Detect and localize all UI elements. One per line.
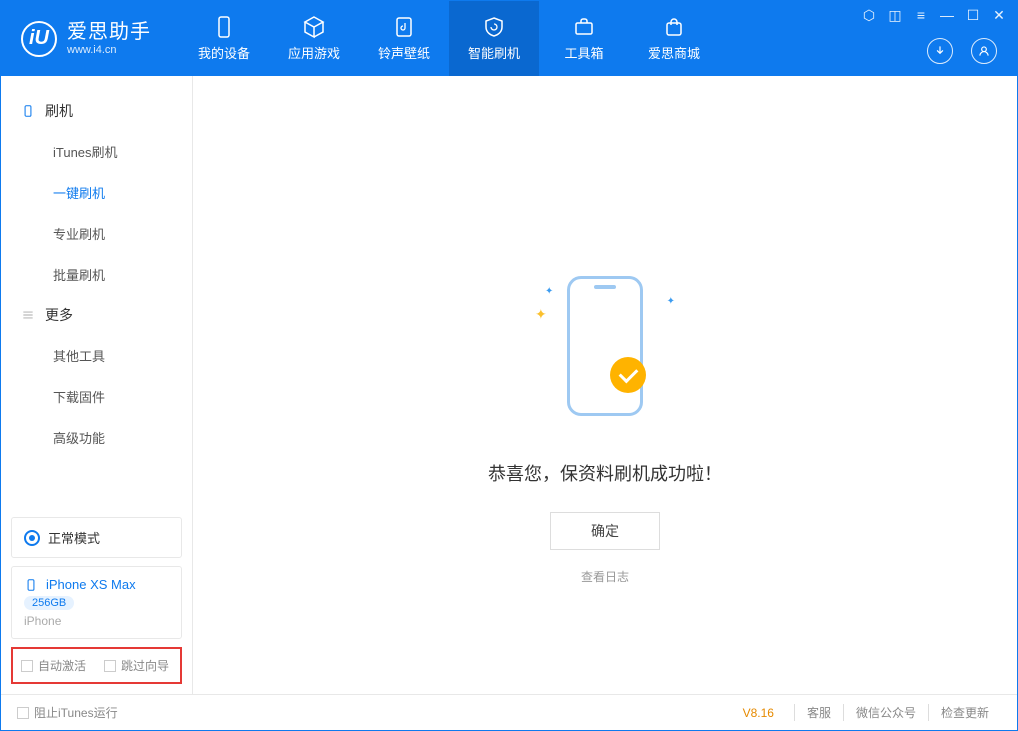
- nav-apps[interactable]: 应用游戏: [269, 1, 359, 76]
- sidebar-item-onekey-flash[interactable]: 一键刷机: [1, 172, 192, 213]
- sidebar-item-itunes-flash[interactable]: iTunes刷机: [1, 131, 192, 172]
- maximize-icon[interactable]: ☐: [965, 7, 981, 24]
- sidebar-item-pro-flash[interactable]: 专业刷机: [1, 213, 192, 254]
- sidebar-item-other-tools[interactable]: 其他工具: [1, 335, 192, 376]
- menu-icon[interactable]: ≡: [913, 7, 929, 24]
- sidebar-item-batch-flash[interactable]: 批量刷机: [1, 254, 192, 295]
- footer-support-link[interactable]: 客服: [794, 704, 843, 721]
- nav-ringtones[interactable]: 铃声壁纸: [359, 1, 449, 76]
- main-nav: 我的设备 应用游戏 铃声壁纸 智能刷机 工具箱 爱思商城: [179, 1, 719, 76]
- close-icon[interactable]: ✕: [991, 7, 1007, 24]
- music-icon: [392, 15, 416, 39]
- flash-options-row: 自动激活 跳过向导: [11, 647, 182, 684]
- sparkle-icon: ✦: [545, 286, 553, 297]
- checkbox-label: 自动激活: [38, 657, 86, 674]
- nav-label: 爱思商城: [648, 43, 700, 62]
- toolbox-icon: [572, 15, 596, 39]
- nav-my-device[interactable]: 我的设备: [179, 1, 269, 76]
- checkbox-block-itunes[interactable]: 阻止iTunes运行: [17, 704, 118, 721]
- nav-label: 我的设备: [198, 43, 250, 62]
- checkmark-badge-icon: [610, 357, 646, 393]
- main-content: ✦ ✦ ✦ 恭喜您，保资料刷机成功啦！ 确定 查看日志: [193, 76, 1017, 694]
- app-subtitle: www.i4.cn: [67, 44, 151, 57]
- minimize-icon[interactable]: —: [939, 7, 955, 24]
- phone-outline-icon: [567, 276, 643, 416]
- user-icon: [977, 44, 991, 58]
- device-name: iPhone XS Max: [46, 577, 136, 592]
- device-panel[interactable]: iPhone XS Max 256GB iPhone: [11, 566, 182, 639]
- nav-label: 铃声壁纸: [378, 43, 430, 62]
- app-header: iU 爱思助手 www.i4.cn 我的设备 应用游戏 铃声壁纸 智能刷机 工具…: [1, 1, 1017, 76]
- nav-flash[interactable]: 智能刷机: [449, 1, 539, 76]
- titlebar-controls: ⬡ ◫ ≡ — ☐ ✕: [861, 7, 1007, 24]
- refresh-shield-icon: [482, 15, 506, 39]
- footer: 阻止iTunes运行 V8.16 客服 微信公众号 检查更新: [1, 694, 1017, 730]
- device-type: iPhone: [24, 614, 169, 628]
- group-label: 更多: [45, 305, 73, 325]
- group-label: 刷机: [45, 101, 73, 121]
- checkbox-icon: [104, 660, 116, 672]
- version-label: V8.16: [743, 706, 774, 720]
- sparkle-icon: ✦: [667, 296, 675, 307]
- list-icon: [21, 308, 35, 322]
- lock-icon[interactable]: ◫: [887, 7, 903, 24]
- body-area: 刷机 iTunes刷机 一键刷机 专业刷机 批量刷机 更多 其他工具 下载固件 …: [1, 76, 1017, 694]
- download-icon: [933, 44, 947, 58]
- device-capacity: 256GB: [24, 596, 74, 610]
- nav-label: 应用游戏: [288, 43, 340, 62]
- nav-label: 智能刷机: [468, 43, 520, 62]
- checkbox-icon: [17, 707, 29, 719]
- device-icon: [24, 578, 38, 592]
- sidebar-item-firmware[interactable]: 下载固件: [1, 376, 192, 417]
- logo-icon: iU: [21, 21, 57, 57]
- checkbox-label: 跳过向导: [121, 657, 169, 674]
- footer-wechat-link[interactable]: 微信公众号: [843, 704, 928, 721]
- sparkle-icon: ✦: [535, 306, 547, 323]
- cube-icon: [302, 15, 326, 39]
- checkbox-icon: [21, 660, 33, 672]
- account-button[interactable]: [971, 38, 997, 64]
- logo: iU 爱思助手 www.i4.cn: [1, 1, 169, 76]
- mode-panel[interactable]: 正常模式: [11, 517, 182, 558]
- nav-label: 工具箱: [564, 43, 603, 62]
- bag-icon: [662, 15, 686, 39]
- header-right-icons: [927, 38, 997, 64]
- tshirt-icon[interactable]: ⬡: [861, 7, 877, 24]
- app-title: 爱思助手: [67, 20, 151, 44]
- phone-small-icon: [21, 104, 35, 118]
- checkbox-label: 阻止iTunes运行: [34, 704, 118, 721]
- mode-indicator-icon: [24, 530, 40, 546]
- success-illustration: ✦ ✦ ✦: [545, 276, 665, 436]
- checkbox-auto-activate[interactable]: 自动激活: [21, 657, 86, 674]
- sidebar-group-flash: 刷机: [1, 91, 192, 131]
- nav-toolbox[interactable]: 工具箱: [539, 1, 629, 76]
- checkbox-skip-guide[interactable]: 跳过向导: [104, 657, 169, 674]
- sidebar-group-more: 更多: [1, 295, 192, 335]
- footer-update-link[interactable]: 检查更新: [928, 704, 1001, 721]
- success-message: 恭喜您，保资料刷机成功啦！: [488, 460, 722, 486]
- sidebar: 刷机 iTunes刷机 一键刷机 专业刷机 批量刷机 更多 其他工具 下载固件 …: [1, 76, 193, 694]
- mode-label: 正常模式: [48, 528, 100, 547]
- view-log-link[interactable]: 查看日志: [581, 568, 629, 585]
- phone-icon: [212, 15, 236, 39]
- sidebar-item-advanced[interactable]: 高级功能: [1, 417, 192, 458]
- ok-button[interactable]: 确定: [550, 512, 660, 550]
- nav-store[interactable]: 爱思商城: [629, 1, 719, 76]
- download-button[interactable]: [927, 38, 953, 64]
